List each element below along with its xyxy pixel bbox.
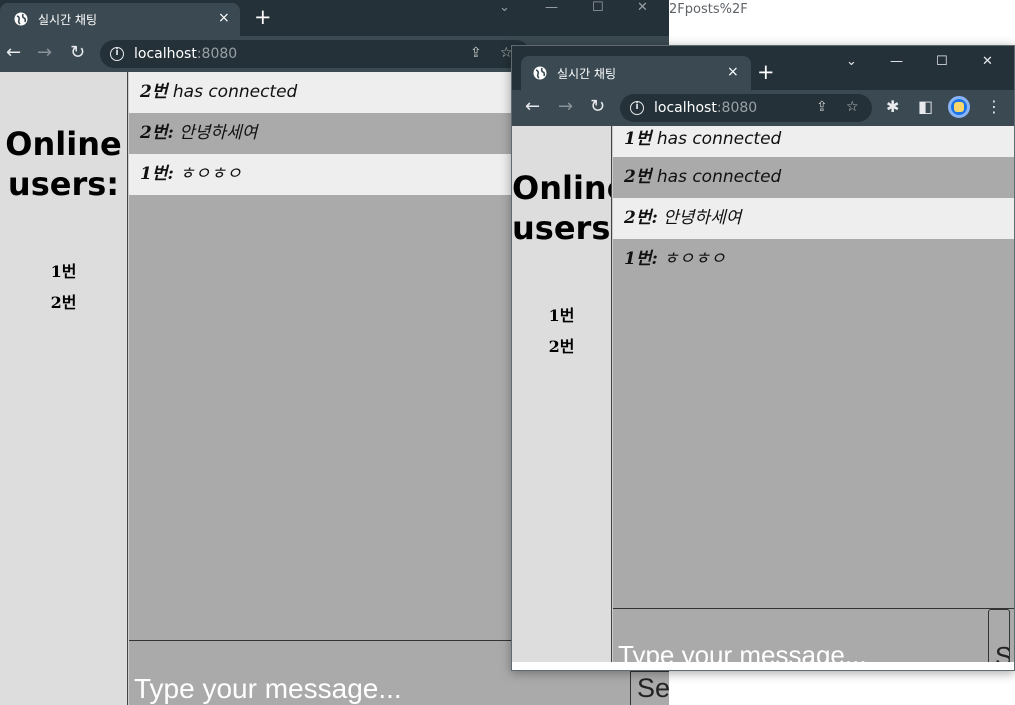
online-user: 1번 xyxy=(50,262,77,281)
tab-chat[interactable]: 실시간 채팅 × xyxy=(0,3,240,36)
tab-title: 실시간 채팅 xyxy=(557,67,617,81)
browser-toolbar: ← → ↻ i localhost:8080 ⇪ ☆ ✱ ◧ ⋮ xyxy=(512,90,1014,126)
background-url-fragment: 2Fposts%2F xyxy=(669,2,748,17)
message-user: 2번: xyxy=(624,208,658,228)
message-text: has connected xyxy=(651,129,782,149)
forward-arrow-icon[interactable]: → xyxy=(558,97,573,117)
message-text: 안녕하세여 xyxy=(657,208,742,228)
url-text: localhost:8080 xyxy=(654,100,757,116)
online-users-panel: Online users: 1번 2번 xyxy=(0,72,128,705)
tab-title: 실시간 채팅 xyxy=(38,13,98,27)
globe-icon xyxy=(533,66,547,80)
message-user: 2번 xyxy=(624,167,652,187)
address-bar[interactable]: i localhost:8080 ⇪ ☆ xyxy=(620,94,872,122)
close-window-button[interactable]: ✕ xyxy=(982,54,993,70)
message-item: 1번: ㅎㅇㅎㅇ xyxy=(613,239,1014,280)
maximize-button[interactable]: ☐ xyxy=(592,0,604,16)
address-bar[interactable]: i localhost:8080 ⇪ ☆ xyxy=(100,40,530,68)
send-button[interactable]: Send xyxy=(630,671,669,705)
message-input[interactable]: Type your message... xyxy=(134,671,402,705)
url-port: :8080 xyxy=(716,100,758,116)
profile-avatar[interactable] xyxy=(948,96,970,118)
message-item: 2번: 안녕하세여 xyxy=(613,198,1014,239)
online-user: 2번 xyxy=(50,293,77,312)
send-button[interactable]: Send xyxy=(988,609,1010,662)
online-users-list: 1번 2번 xyxy=(512,300,611,362)
url-text: localhost:8080 xyxy=(134,46,237,62)
bookmark-star-icon[interactable]: ☆ xyxy=(846,99,859,115)
message-text: has connected xyxy=(167,82,298,102)
message-user: 1번 xyxy=(624,129,652,149)
message-form: Type your message... Send xyxy=(613,608,1014,662)
forward-arrow-icon[interactable]: → xyxy=(37,43,52,63)
site-info-icon[interactable]: i xyxy=(110,47,124,61)
back-arrow-icon[interactable]: ← xyxy=(525,97,540,117)
tab-search-button[interactable]: ⌄ xyxy=(846,54,857,70)
online-users-title: Online users: xyxy=(512,169,611,247)
avatar-image xyxy=(954,102,964,112)
minimize-button[interactable]: — xyxy=(890,54,903,70)
new-tab-button[interactable]: + xyxy=(757,61,775,83)
reload-icon[interactable]: ↻ xyxy=(70,43,85,63)
tab-chat[interactable]: 실시간 채팅 × xyxy=(521,56,751,90)
url-host: localhost xyxy=(134,46,197,62)
message-text: has connected xyxy=(651,167,782,187)
share-icon[interactable]: ⇪ xyxy=(470,45,482,61)
message-user: 2번: xyxy=(140,123,174,143)
tab-strip: 실시간 채팅 × + ⌄ — ☐ ✕ xyxy=(512,46,1014,90)
message-text: 안녕하세여 xyxy=(173,123,258,143)
url-host: localhost xyxy=(654,100,717,116)
message-user: 2번 xyxy=(140,82,168,102)
message-input[interactable]: Type your message... xyxy=(618,639,867,662)
chat-page: Online users: 1번 2번 1번 has connected 2번 … xyxy=(512,126,1014,662)
globe-icon xyxy=(14,12,28,26)
tab-strip: 실시간 채팅 × + ⌄ — ☐ ✕ xyxy=(0,0,669,36)
tab-close-button[interactable]: × xyxy=(727,64,739,80)
maximize-button[interactable]: ☐ xyxy=(936,54,948,70)
message-user: 1번: xyxy=(624,249,658,269)
extensions-puzzle-icon[interactable]: ✱ xyxy=(886,97,899,117)
online-users-list: 1번 2번 xyxy=(0,256,127,318)
online-user: 1번 xyxy=(548,306,575,325)
message-text: ㅎㅇㅎㅇ xyxy=(173,164,242,184)
message-item: 2번 has connected xyxy=(613,157,1014,198)
message-text: ㅎㅇㅎㅇ xyxy=(657,249,726,269)
online-users-title: Online users: xyxy=(5,125,122,203)
back-arrow-icon[interactable]: ← xyxy=(6,43,21,63)
tab-search-button[interactable]: ⌄ xyxy=(499,0,510,16)
minimize-button[interactable]: — xyxy=(545,0,558,16)
window-bottom-edge xyxy=(512,662,1014,670)
message-item: 1번 has connected xyxy=(613,126,1014,157)
message-user: 1번: xyxy=(140,164,174,184)
browser-window-front: 실시간 채팅 × + ⌄ — ☐ ✕ ← → ↻ i localhost:808… xyxy=(511,45,1015,671)
background-window-strip: 2Fposts%2F xyxy=(669,0,1015,24)
online-users-panel: Online users: 1번 2번 xyxy=(512,126,612,662)
menu-kebab-icon[interactable]: ⋮ xyxy=(986,97,1002,117)
close-window-button[interactable]: ✕ xyxy=(637,0,648,16)
messages-list: 1번 has connected 2번 has connected 2번: 안녕… xyxy=(613,126,1014,608)
url-port: :8080 xyxy=(196,46,238,62)
side-panel-icon[interactable]: ◧ xyxy=(918,97,933,117)
site-info-icon[interactable]: i xyxy=(630,101,644,115)
reload-icon[interactable]: ↻ xyxy=(590,97,605,117)
share-icon[interactable]: ⇪ xyxy=(816,99,828,115)
new-tab-button[interactable]: + xyxy=(254,6,272,28)
tab-close-button[interactable]: × xyxy=(218,10,230,26)
online-user: 2번 xyxy=(548,337,575,356)
